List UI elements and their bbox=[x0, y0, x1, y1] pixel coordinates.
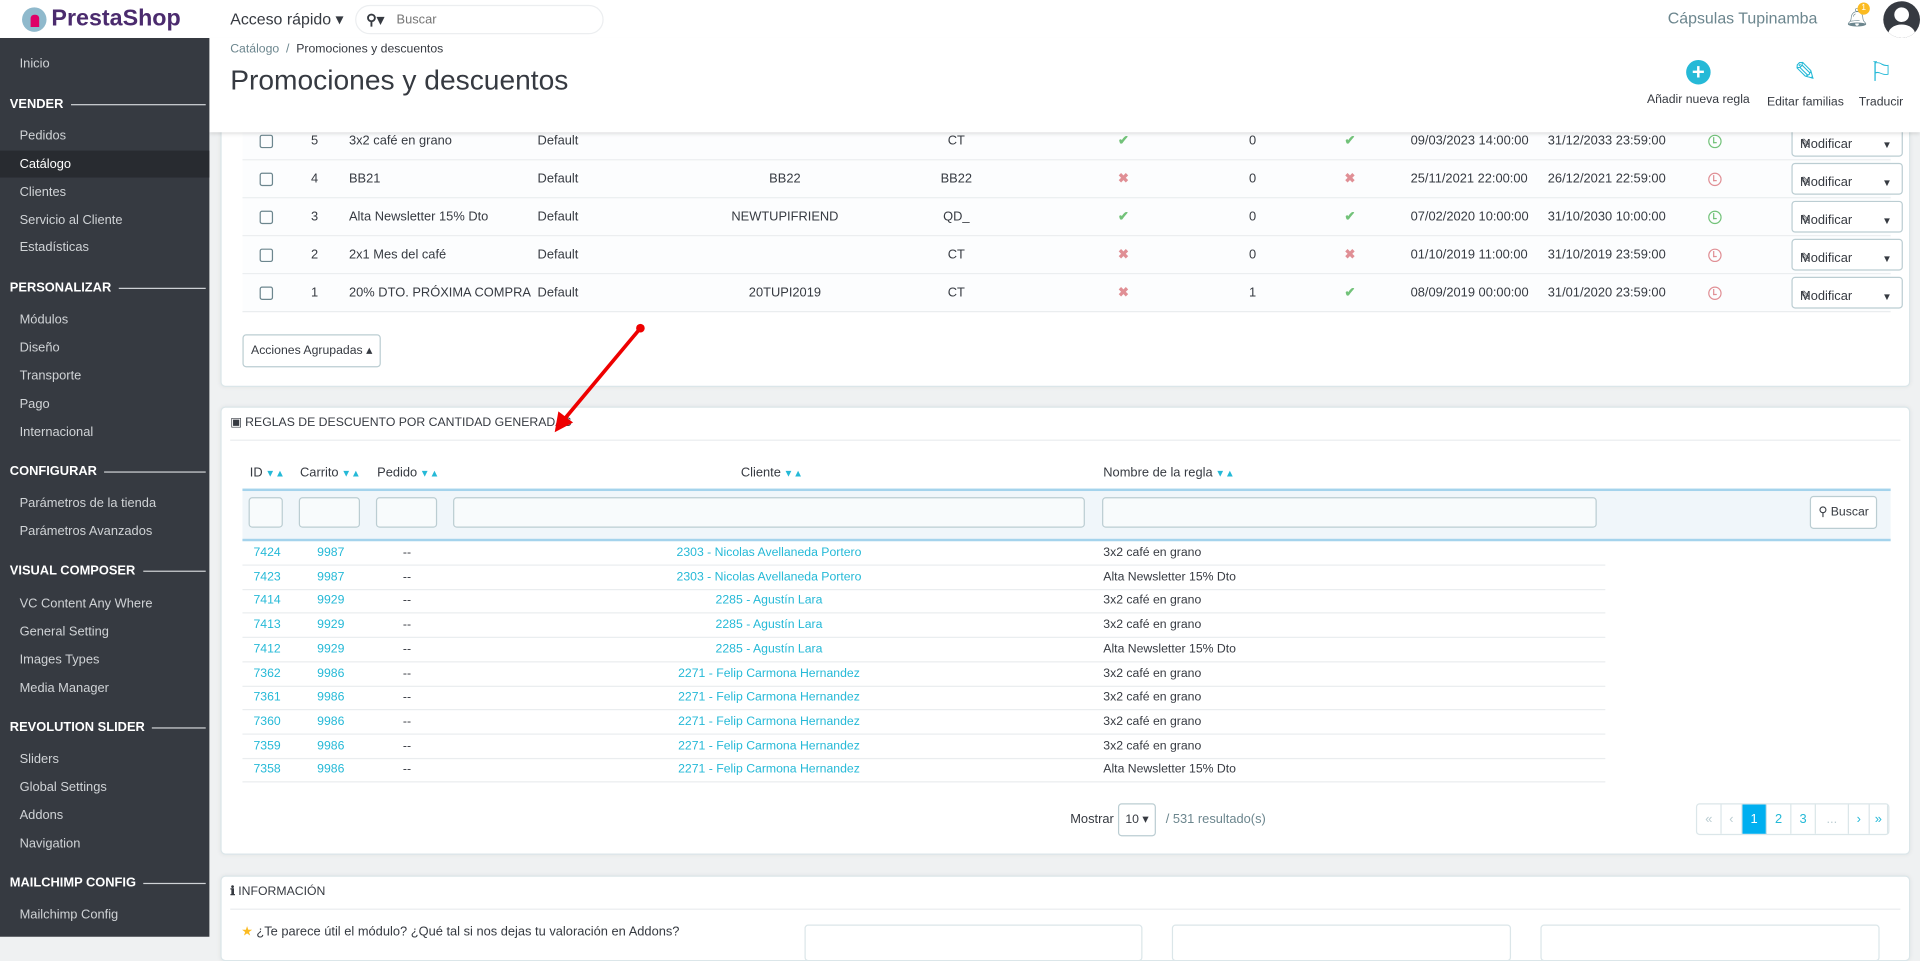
sidebar-item[interactable]: Pedidos bbox=[0, 122, 209, 149]
search-icon[interactable]: ⚲▾ bbox=[366, 11, 384, 28]
breadcrumb-current: Promociones y descuentos bbox=[296, 42, 444, 57]
shop-name-link[interactable]: Cápsulas Tupinamba bbox=[1668, 9, 1818, 27]
plus-circle-icon: + bbox=[1686, 60, 1711, 85]
avatar[interactable] bbox=[1883, 1, 1920, 38]
sidebar-item[interactable]: Clientes bbox=[0, 179, 209, 206]
add-rule-button[interactable]: + Añadir nueva regla bbox=[1647, 58, 1750, 107]
page-title: Promociones y descuentos bbox=[230, 63, 569, 96]
sidebar-item[interactable]: Parámetros Avanzados bbox=[0, 518, 209, 545]
sidebar-item[interactable]: Estadísticas bbox=[0, 234, 209, 261]
sidebar-item[interactable]: Transporte bbox=[0, 362, 209, 389]
sidebar-section-heading: VISUAL COMPOSER bbox=[10, 563, 206, 578]
sidebar-item[interactable]: Sliders bbox=[0, 746, 209, 773]
edit-families-label: Editar familias bbox=[1766, 95, 1844, 109]
logo-icon bbox=[22, 7, 47, 32]
sidebar-item[interactable]: Servicio al Cliente bbox=[0, 207, 209, 234]
sidebar-item[interactable]: Mailchimp Config bbox=[0, 901, 209, 928]
sidebar-section-heading: MAILCHIMP CONFIG bbox=[10, 876, 206, 891]
sidebar-item[interactable]: Global Settings bbox=[0, 774, 209, 801]
flag-icon: ⚐ bbox=[1868, 56, 1894, 87]
sidebar-item[interactable]: Diseño bbox=[0, 334, 209, 361]
sidebar-item[interactable]: Internacional bbox=[0, 419, 209, 446]
sidebar-item[interactable]: Pago bbox=[0, 391, 209, 418]
sidebar-section-heading: CONFIGURAR bbox=[10, 464, 206, 479]
edit-families-button[interactable]: ✎ Editar familias bbox=[1766, 56, 1844, 109]
notification-badge: 1 bbox=[1857, 2, 1870, 15]
sidebar-item[interactable]: Navigation bbox=[0, 830, 209, 857]
sidebar-item[interactable]: Módulos bbox=[0, 306, 209, 333]
edit-icon: ✎ bbox=[1794, 56, 1817, 87]
sidebar-section-heading: REVOLUTION SLIDER bbox=[10, 720, 206, 735]
sidebar-item[interactable]: Catálogo bbox=[0, 150, 210, 178]
search-input[interactable] bbox=[396, 12, 568, 27]
sidebar-section-heading: PERSONALIZAR bbox=[10, 280, 206, 295]
page-header: Catálogo / Promociones y descuentos Prom… bbox=[209, 37, 1920, 133]
sidebar-item[interactable]: Parámetros de la tienda bbox=[0, 490, 209, 517]
breadcrumb-catalog[interactable]: Catálogo bbox=[230, 43, 279, 56]
breadcrumb-separator: / bbox=[286, 42, 290, 57]
sidebar-item[interactable]: Addons bbox=[0, 802, 209, 829]
logo-text: PrestaShop bbox=[51, 6, 181, 32]
red-arrow-annotation bbox=[554, 323, 645, 433]
prestashop-logo[interactable]: PrestaShop bbox=[22, 6, 181, 33]
breadcrumb: Catálogo / Promociones y descuentos bbox=[230, 43, 443, 56]
sidebar-item[interactable]: Media Manager bbox=[0, 675, 209, 702]
top-bar: PrestaShop Acceso rápido ▾ ⚲▾ Cápsulas T… bbox=[0, 0, 1920, 38]
sidebar-item[interactable]: VC Content Any Where bbox=[0, 590, 209, 617]
translate-label: Traducir bbox=[1858, 95, 1904, 109]
sidebar-item[interactable]: General Setting bbox=[0, 618, 209, 645]
sidebar-item[interactable]: Images Types bbox=[0, 647, 209, 674]
translate-button[interactable]: ⚐ Traducir bbox=[1858, 56, 1904, 109]
sidebar-section-heading: VENDER bbox=[10, 97, 206, 112]
sidebar: Inicio VENDER Pedidos Catálogo Clientes Servi… bbox=[0, 37, 210, 937]
sidebar-item[interactable]: Inicio bbox=[0, 50, 209, 77]
search-box[interactable]: ⚲▾ bbox=[355, 4, 604, 35]
add-rule-label: Añadir nueva regla bbox=[1646, 93, 1750, 107]
quick-access-dropdown[interactable]: Acceso rápido ▾ bbox=[230, 10, 343, 30]
